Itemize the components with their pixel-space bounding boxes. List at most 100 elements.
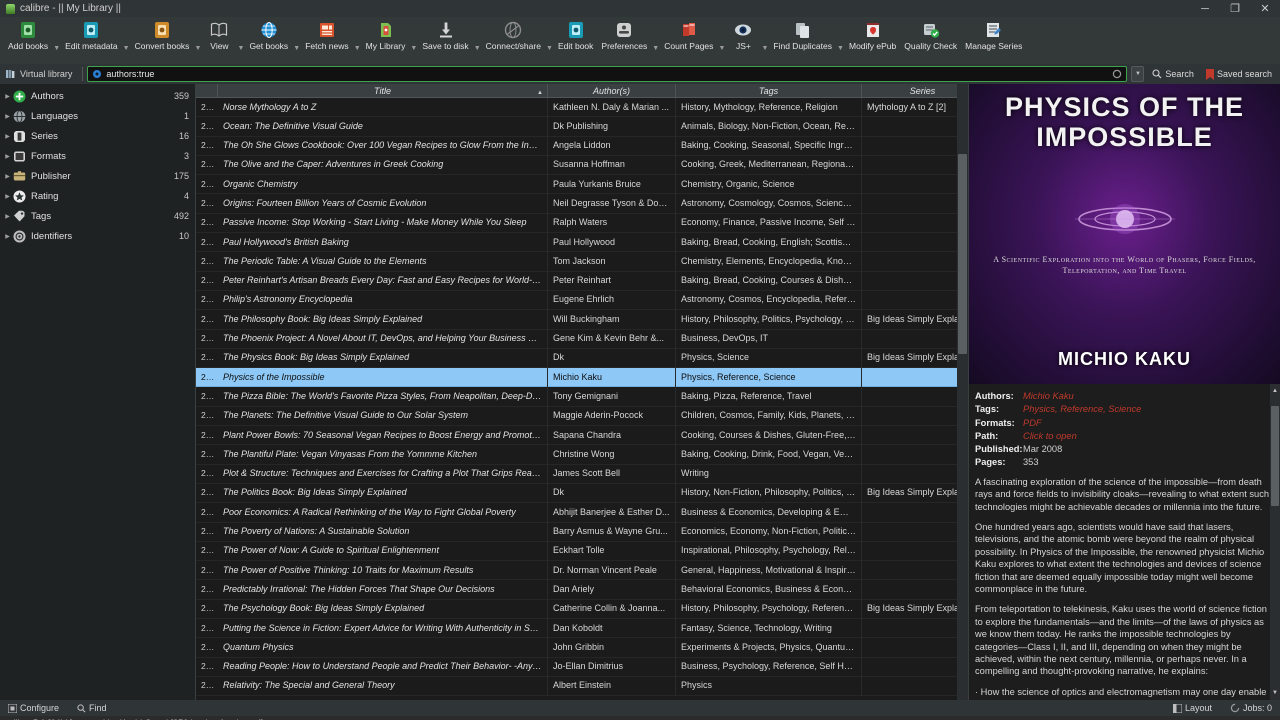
metadata-value[interactable]: Click to open <box>1023 430 1272 442</box>
table-row[interactable]: 251 Organic Chemistry Paula Yurkanis Bruic… <box>196 174 957 195</box>
sidebar-item-identifiers[interactable]: ▶ Identifiers 10 <box>0 226 195 246</box>
table-row[interactable]: 255 The Periodic Table: A Visual Guide to… <box>196 251 957 272</box>
column-header-tags[interactable]: Tags <box>676 84 862 98</box>
toolbar-caret-11[interactable]: ▼ <box>717 45 726 52</box>
table-row[interactable]: 270 The Power of Now: A Guide to Spiritua… <box>196 541 957 562</box>
details-scrollbar-thumb[interactable] <box>1271 406 1279 506</box>
toolbar-button-count-pages[interactable]: Count Pages <box>660 19 717 51</box>
toolbar-button-preferences[interactable]: Preferences <box>597 19 651 51</box>
toolbar-caret-0[interactable]: ▼ <box>52 45 61 52</box>
sidebar-item-authors[interactable]: ▶ Authors 359 <box>0 86 195 106</box>
table-row[interactable]: 263 The Planets: The Definitive Visual Gu… <box>196 406 957 427</box>
toolbar-button-add-books[interactable]: Add books <box>4 19 52 51</box>
toolbar-caret-10[interactable]: ▼ <box>651 45 660 52</box>
scrollbar-thumb[interactable] <box>958 154 967 354</box>
toolbar-caret-8[interactable]: ▼ <box>545 45 554 52</box>
sidebar-item-formats[interactable]: ▶ Formats 3 <box>0 146 195 166</box>
table-row[interactable]: 252 Origins: Fourteen Billion Years of Co… <box>196 193 957 214</box>
expand-arrow-icon[interactable]: ▶ <box>2 173 13 180</box>
jobs-indicator[interactable]: Jobs: 0 <box>1226 703 1276 713</box>
toolbar-caret-4[interactable]: ▼ <box>292 45 301 52</box>
table-row[interactable]: 267 The Politics Book: Big Ideas Simply E… <box>196 483 957 504</box>
metadata-value[interactable]: Michio Kaku <box>1023 390 1272 402</box>
sidebar-item-tags[interactable]: ▶ Tags 492 <box>0 206 195 226</box>
table-row[interactable]: 273 The Psychology Book: Big Ideas Simply… <box>196 599 957 620</box>
column-header-authors[interactable]: Author(s) <box>548 84 676 98</box>
table-row[interactable]: 261 Physics of the Impossible Michio Kaku P… <box>196 367 957 388</box>
close-button[interactable]: ✕ <box>1250 0 1280 17</box>
saved-search-button[interactable]: Saved search <box>1202 68 1276 81</box>
toolbar-button-quality-check[interactable]: Quality Check <box>900 19 961 51</box>
toolbar-caret-6[interactable]: ▼ <box>409 45 418 52</box>
book-list-scrollbar[interactable] <box>957 84 968 700</box>
table-row[interactable]: 262 The Pizza Bible: The World's Favorite… <box>196 386 957 407</box>
table-row[interactable]: 258 The Philosophy Book: Big Ideas Simply… <box>196 309 957 330</box>
toolbar-caret-3[interactable]: ▼ <box>236 45 245 52</box>
toolbar-button-convert-books[interactable]: Convert books <box>131 19 194 51</box>
toolbar-button-connect-share[interactable]: Connect/share <box>482 19 545 51</box>
toolbar-button-modify-epub[interactable]: Modify ePub <box>845 19 900 51</box>
table-row[interactable]: 269 The Poverty of Nations: A Sustainable… <box>196 522 957 542</box>
toolbar-caret-1[interactable]: ▼ <box>122 45 131 52</box>
metadata-value[interactable]: Physics, Reference, Science <box>1023 403 1272 415</box>
toolbar-button-my-library[interactable]: My Library <box>362 19 410 51</box>
virtual-library-button[interactable]: Virtual library <box>4 67 78 81</box>
expand-arrow-icon[interactable]: ▶ <box>2 233 13 240</box>
toolbar-caret-7[interactable]: ▼ <box>473 45 482 52</box>
sidebar-item-rating[interactable]: ▶ Rating 4 <box>0 186 195 206</box>
toolbar-button-find-duplicates[interactable]: Find Duplicates <box>769 19 836 51</box>
table-row[interactable]: 256 Peter Reinhart's Artisan Breads Every… <box>196 271 957 291</box>
scroll-down-icon[interactable]: ▼ <box>1272 687 1278 699</box>
table-row[interactable]: 253 Passive Income: Stop Working - Start … <box>196 213 957 234</box>
table-row[interactable]: 276 Reading People: How to Understand Peo… <box>196 657 957 677</box>
table-row[interactable]: 272 Predictably Irrational: The Hidden Fo… <box>196 579 957 600</box>
toolbar-button-save-to-disk[interactable]: Save to disk <box>418 19 472 51</box>
table-row[interactable]: 275 Quantum Physics John Gribbin Experiment… <box>196 637 957 658</box>
toolbar-caret-5[interactable]: ▼ <box>353 45 362 52</box>
expand-arrow-icon[interactable]: ▶ <box>2 213 13 220</box>
sidebar-item-publisher[interactable]: ▶ Publisher 175 <box>0 166 195 186</box>
search-button[interactable]: Search <box>1148 68 1198 80</box>
minimize-button[interactable]: ─ <box>1190 0 1220 17</box>
find-button[interactable]: Find <box>73 703 111 713</box>
table-row[interactable]: 259 The Phoenix Project: A Novel About IT… <box>196 329 957 349</box>
column-header-num[interactable] <box>196 84 218 98</box>
toolbar-button-edit-book[interactable]: Edit book <box>554 19 597 51</box>
configure-button[interactable]: Configure <box>4 703 63 713</box>
column-header-title[interactable]: Title ▲ <box>218 84 548 98</box>
table-row[interactable]: 257 Philip's Astronomy Encyclopedia Eugene… <box>196 290 957 311</box>
toolbar-button-manage-series[interactable]: Manage Series <box>961 19 1026 51</box>
details-scrollbar[interactable]: ▲ ▼ <box>1270 384 1280 700</box>
table-row[interactable]: 265 The Plantiful Plate: Vegan Vinyasas F… <box>196 444 957 465</box>
expand-arrow-icon[interactable]: ▶ <box>2 93 13 100</box>
expand-arrow-icon[interactable]: ▶ <box>2 133 13 140</box>
expand-arrow-icon[interactable]: ▶ <box>2 193 13 200</box>
toolbar-button-view[interactable]: View <box>202 19 236 51</box>
table-row[interactable]: 247 Norse Mythology A to Z Kathleen N. Dal… <box>196 98 957 118</box>
metadata-value[interactable]: PDF <box>1023 417 1272 429</box>
book-list-body[interactable]: 247 Norse Mythology A to Z Kathleen N. Dal… <box>196 98 957 700</box>
toolbar-button-get-books[interactable]: Get books <box>245 19 292 51</box>
toolbar-caret-2[interactable]: ▼ <box>193 45 202 52</box>
table-row[interactable]: 260 The Physics Book: Big Ideas Simply Ex… <box>196 348 957 369</box>
layout-button[interactable]: Layout <box>1169 703 1216 713</box>
column-header-series[interactable]: Series <box>862 84 957 98</box>
table-row[interactable]: 254 Paul Hollywood's British Baking Paul H… <box>196 232 957 253</box>
table-row[interactable]: 266 Plot & Structure: Techniques and Exer… <box>196 464 957 484</box>
table-row[interactable]: 248 Ocean: The Definitive Visual Guide Dk … <box>196 116 957 137</box>
table-row[interactable]: 264 Plant Power Bowls: 70 Seasonal Vegan … <box>196 425 957 446</box>
expand-arrow-icon[interactable]: ▶ <box>2 153 13 160</box>
toolbar-button-js[interactable]: JS+ <box>726 19 760 51</box>
table-row[interactable]: 268 Poor Economics: A Radical Rethinking … <box>196 502 957 523</box>
toolbar-caret-12[interactable]: ▼ <box>760 45 769 52</box>
search-input[interactable]: authors:true <box>87 66 1128 82</box>
toolbar-button-edit-metadata[interactable]: Edit metadata <box>61 19 121 51</box>
table-row[interactable]: 274 Putting the Science in Fiction: Exper… <box>196 618 957 639</box>
table-row[interactable]: 249 The Oh She Glows Cookbook: Over 100 V… <box>196 136 957 156</box>
scroll-up-icon[interactable]: ▲ <box>1272 385 1278 397</box>
expand-arrow-icon[interactable]: ▶ <box>2 113 13 120</box>
sidebar-item-series[interactable]: ▶ Series 16 <box>0 126 195 146</box>
sidebar-item-languages[interactable]: ▶ Languages 1 <box>0 106 195 126</box>
table-row[interactable]: 271 The Power of Positive Thinking: 10 Tr… <box>196 560 957 581</box>
toolbar-button-fetch-news[interactable]: Fetch news <box>301 19 352 51</box>
